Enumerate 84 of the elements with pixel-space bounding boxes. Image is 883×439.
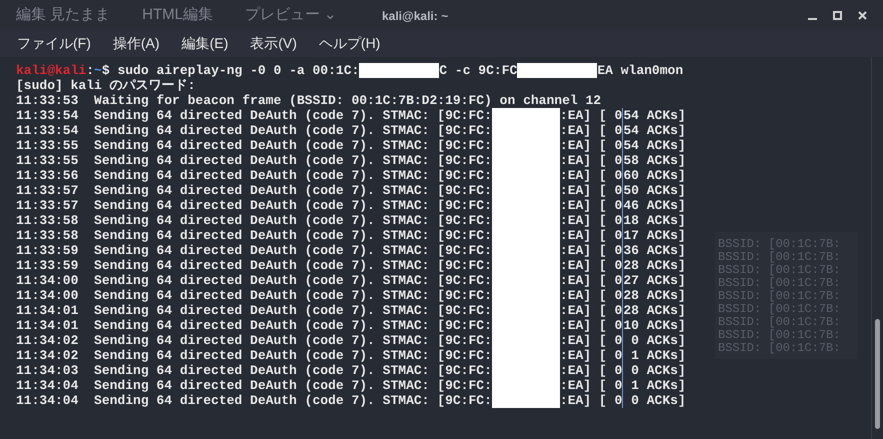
deauth-status: :EA] [ 0	[560, 333, 622, 348]
ack-count: 28 ACKs]	[622, 303, 686, 318]
deauth-status: :EA] [ 0	[560, 123, 622, 138]
deauth-status: :EA] [ 0	[560, 303, 622, 318]
output-line: [sudo] kali のパスワード:	[16, 78, 196, 93]
deauth-status: :EA] [ 0	[560, 153, 622, 168]
deauth-status: :EA] [ 0	[560, 348, 622, 363]
command-text: sudo aireplay-ng -0 0 -a 00:1C:	[116, 63, 360, 78]
deauth-line: 11:34:04 Sending 64 directed DeAuth (code 7). STMAC: [9C:FC:	[16, 378, 492, 393]
deauth-status: :EA] [ 0	[560, 198, 622, 213]
deauth-line: 11:34:04 Sending 64 directed DeAuth (code 7). STMAC: [9C:FC:	[16, 393, 492, 408]
deauth-line: 11:33:59 Sending 64 directed DeAuth (code 7). STMAC: [9C:FC:	[16, 258, 492, 273]
prompt-path: ~	[94, 63, 102, 78]
output-line: 11:33:53 Waiting for beacon frame (BSSID: 00:1C:7B:D2:19:FC) on channel 12	[16, 93, 602, 108]
deauth-status: :EA] [ 0	[560, 258, 622, 273]
ack-count: 1 ACKs]	[622, 348, 686, 363]
ack-count: 0 ACKs]	[622, 363, 686, 378]
deauth-line: 11:34:01 Sending 64 directed DeAuth (code 7). STMAC: [9C:FC:	[16, 318, 492, 333]
deauth-line: 11:34:02 Sending 64 directed DeAuth (code 7). STMAC: [9C:FC:	[16, 348, 492, 363]
deauth-status: :EA] [ 0	[560, 318, 622, 333]
deauth-status: :EA] [ 0	[560, 108, 622, 123]
deauth-line: 11:33:56 Sending 64 directed DeAuth (code 7). STMAC: [9C:FC:	[16, 168, 492, 183]
deauth-line: 11:33:57 Sending 64 directed DeAuth (code 7). STMAC: [9C:FC:	[16, 198, 492, 213]
prompt-user-host: kali@kali	[16, 63, 86, 78]
deauth-line: 11:34:01 Sending 64 directed DeAuth (code 7). STMAC: [9C:FC:	[16, 303, 492, 318]
ack-count: 54 ACKs]	[622, 123, 686, 138]
deauth-line: 11:34:03 Sending 64 directed DeAuth (code 7). STMAC: [9C:FC:	[16, 363, 492, 378]
deauth-status: :EA] [ 0	[560, 243, 622, 258]
scrollbar[interactable]	[871, 57, 883, 439]
deauth-status: :EA] [ 0	[560, 288, 622, 303]
redaction-block	[492, 108, 560, 123]
ack-count: 0 ACKs]	[622, 333, 686, 348]
scrollbar-thumb[interactable]	[875, 319, 880, 429]
deauth-line: 11:33:59 Sending 64 directed DeAuth (code 7). STMAC: [9C:FC:	[16, 243, 492, 258]
redaction-block	[492, 393, 560, 408]
background-tab-label: HTML編集	[142, 4, 214, 25]
deauth-line: 11:33:58 Sending 64 directed DeAuth (code 7). STMAC: [9C:FC:	[16, 228, 492, 243]
deauth-status: :EA] [ 0	[560, 378, 622, 393]
menu-item[interactable]: 編集(E)	[182, 33, 228, 54]
ack-count: 50 ACKs]	[622, 183, 686, 198]
prompt-separator: :	[86, 63, 94, 78]
deauth-line: 11:34:02 Sending 64 directed DeAuth (code 7). STMAC: [9C:FC:	[16, 333, 492, 348]
command-text: C -c 9C:FC	[439, 63, 518, 78]
deauth-status: :EA] [ 0	[560, 363, 622, 378]
ack-count: 60 ACKs]	[622, 168, 686, 183]
deauth-line: 11:34:00 Sending 64 directed DeAuth (code 7). STMAC: [9C:FC:	[16, 288, 492, 303]
deauth-line: 11:33:58 Sending 64 directed DeAuth (code 7). STMAC: [9C:FC:	[16, 213, 492, 228]
deauth-status: :EA] [ 0	[560, 213, 622, 228]
deauth-line: 11:34:00 Sending 64 directed DeAuth (code 7). STMAC: [9C:FC:	[16, 273, 492, 288]
ack-count: 18 ACKs]	[622, 213, 686, 228]
ack-count: 28 ACKs]	[622, 258, 686, 273]
command-text: EA wlan0mon	[597, 63, 684, 78]
background-tab-label: プレビュー ⌄	[245, 4, 338, 25]
menu-item[interactable]: 操作(A)	[112, 33, 160, 54]
background-tab-label: 編集 見たまま	[16, 4, 110, 25]
close-icon[interactable]	[858, 10, 867, 20]
ack-count: 1 ACKs]	[622, 378, 686, 393]
deauth-line: 11:33:55 Sending 64 directed DeAuth (code 7). STMAC: [9C:FC:	[16, 138, 492, 153]
deauth-status: :EA] [ 0	[560, 138, 622, 153]
ack-count: 36 ACKs]	[622, 243, 686, 258]
ack-count: 17 ACKs]	[622, 228, 686, 243]
ack-count: 10 ACKs]	[622, 318, 686, 333]
deauth-status: :EA] [ 0	[560, 168, 622, 183]
ack-count: 54 ACKs]	[622, 138, 686, 153]
deauth-status: :EA] [ 0	[560, 183, 622, 198]
deauth-status: :EA] [ 0	[560, 393, 622, 408]
menu-item[interactable]: 表示(V)	[250, 33, 297, 54]
maximize-icon[interactable]	[833, 10, 842, 20]
menu-item[interactable]: ヘルプ(H)	[318, 33, 380, 54]
ack-count: 27 ACKs]	[622, 273, 686, 288]
deauth-line: 11:33:57 Sending 64 directed DeAuth (code 7). STMAC: [9C:FC:	[16, 183, 492, 198]
ack-count: 58 ACKs]	[622, 153, 686, 168]
menu-item[interactable]: ファイル(F)	[17, 33, 91, 54]
deauth-status: :EA] [ 0	[560, 228, 622, 243]
ack-count: 0 ACKs]	[622, 393, 686, 408]
deauth-line: 11:33:54 Sending 64 directed DeAuth (code 7). STMAC: [9C:FC:	[16, 123, 492, 138]
deauth-line: 11:33:54 Sending 64 directed DeAuth (code 7). STMAC: [9C:FC:	[16, 108, 492, 123]
ack-count: 28 ACKs]	[622, 288, 686, 303]
prompt-symbol: $	[102, 63, 110, 78]
window-title: kali@kali: ~	[382, 8, 448, 25]
ack-count: 54 ACKs]	[622, 108, 686, 123]
deauth-line: 11:33:55 Sending 64 directed DeAuth (code 7). STMAC: [9C:FC:	[16, 153, 492, 168]
ack-count: 46 ACKs]	[622, 198, 686, 213]
deauth-status: :EA] [ 0	[560, 273, 622, 288]
